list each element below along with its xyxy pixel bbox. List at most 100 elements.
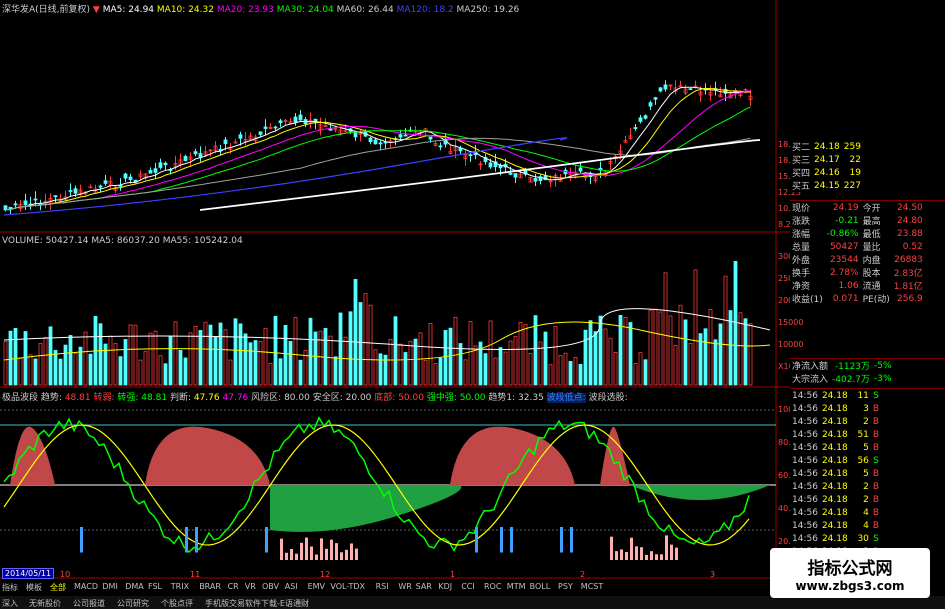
candle-body [98, 185, 103, 188]
status-link[interactable]: 公司研究 [117, 598, 149, 609]
volume-ma5-line [3, 321, 771, 361]
tick-volume: 4 [863, 507, 869, 518]
tick-volume: 30 [857, 533, 869, 544]
stat-label: 最低 [862, 230, 881, 240]
status-link[interactable]: 个股点评 [161, 598, 193, 609]
indicator-tab[interactable]: EMV [308, 582, 325, 591]
flow-pct: -5% [874, 360, 892, 371]
volume-bar [168, 335, 173, 386]
bottom-bar [350, 543, 353, 560]
indicator-tab[interactable]: WR [398, 582, 411, 591]
bottom-bar [345, 549, 348, 560]
candle-body [508, 172, 513, 175]
stat-label: 现价 [792, 204, 811, 214]
volume-bar [38, 343, 43, 386]
bottom-bar [645, 554, 648, 560]
ask-label: 买二 [792, 143, 811, 153]
candle-body [373, 139, 378, 145]
candle-body [148, 170, 153, 174]
indicator-tab[interactable]: 模板 [26, 582, 42, 593]
volume-bar [393, 316, 398, 386]
status-link[interactable]: 深入 [2, 598, 18, 609]
indicator-tab[interactable]: MACD [74, 582, 98, 591]
volume-bar [613, 351, 618, 386]
stat-value: 256.9 [897, 293, 923, 304]
volume-bar [58, 358, 63, 386]
tick-time: 14:56 [792, 455, 818, 466]
indicator-tab[interactable]: ROC [484, 582, 501, 591]
indicator-tab[interactable]: KDJ [438, 582, 452, 591]
indicator-tab[interactable]: TRIX [171, 582, 189, 591]
indicator-tab[interactable]: DMI [102, 582, 117, 591]
indicator-tab[interactable]: DMA [125, 582, 144, 591]
status-link[interactable]: 公司报道 [73, 598, 105, 609]
tick-volume: 2 [863, 494, 869, 505]
indicator-tab[interactable]: ASI [285, 582, 298, 591]
indicator-tab[interactable]: MTM [507, 582, 526, 591]
indicator-tab[interactable]: CR [228, 582, 239, 591]
indicator-tab[interactable]: SAR [416, 582, 432, 591]
flow-value: -1123万 [834, 362, 871, 372]
indicator-tab[interactable]: VR [245, 582, 256, 591]
stat-label: 股本 [862, 269, 881, 279]
tick-row: 14:56 24.18 4 B [790, 506, 881, 519]
volume-bar [368, 304, 373, 386]
volume-bar [648, 309, 653, 386]
candle-body [428, 136, 433, 140]
candle-body [123, 173, 128, 179]
bottom-bar [335, 543, 338, 560]
volume-bar [588, 320, 593, 386]
quote-stats-table: 现价 24.19 今开 24.50 涨跌 -0.21 最高 24.80 涨幅 -0.86% 最低 23… [790, 201, 925, 306]
indicator-tab[interactable]: VOL-TDX [330, 582, 365, 591]
candle-body [73, 188, 78, 194]
indicator-tab[interactable]: BOLL [530, 582, 551, 591]
bottom-bar [625, 551, 628, 560]
status-link[interactable]: 手机版交易软件下载-E语通财 [205, 598, 309, 609]
volume-bar [683, 319, 688, 386]
bull-zone [600, 426, 630, 485]
bottom-bar [340, 552, 343, 560]
volume-bar [568, 361, 573, 386]
bottom-bar [325, 548, 328, 560]
indicator-tab[interactable]: PSY [558, 582, 573, 591]
indicator-tab[interactable]: MCST [581, 582, 603, 591]
candle-body [153, 168, 158, 173]
tick-price: 24.18 [821, 416, 848, 427]
stock-chart[interactable] [0, 0, 790, 580]
volume-bar [543, 331, 548, 386]
ask-price: 24.15 [814, 180, 840, 191]
axis-tick-label: 15000 [778, 318, 804, 327]
ask-volume: 259 [843, 141, 861, 152]
ma60-line [5, 137, 751, 211]
indicator-tab[interactable]: 全部 [50, 582, 66, 593]
volume-bar [433, 363, 438, 386]
volume-bar [403, 352, 408, 386]
tick-row: 14:56 24.18 30 S [790, 532, 881, 545]
tick-side: B [872, 481, 880, 492]
stat-value: 24.50 [897, 202, 923, 213]
stat-label: 净资 [792, 282, 811, 292]
candle-body [263, 126, 268, 129]
stat-value: -0.86% [826, 228, 859, 239]
stat-label: 最高 [862, 217, 881, 227]
stat-value: 0.071 [832, 293, 859, 304]
stat-value: -0.21 [835, 215, 859, 226]
status-link[interactable]: 无新股价 [29, 598, 61, 609]
date-cursor-label: 2014/05/11 [2, 568, 55, 579]
stat-value: 2.83亿 [893, 269, 923, 279]
volume-bar [443, 330, 448, 386]
volume-bar [88, 353, 93, 386]
indicator-tab[interactable]: 指标 [2, 582, 18, 593]
volume-bar [128, 324, 133, 386]
volume-bar [653, 308, 658, 386]
stat-label: 换手 [792, 269, 811, 279]
indicator-tab[interactable]: RSI [376, 582, 389, 591]
indicator-tab[interactable]: FSL [148, 582, 162, 591]
indicator-tab[interactable]: BRAR [199, 582, 221, 591]
volume-bar [723, 275, 728, 386]
flow-row: 净流入额 -1123万 -5% [790, 359, 894, 373]
volume-bar [123, 339, 128, 386]
indicator-tab[interactable]: OBV [262, 582, 279, 591]
indicator-tab[interactable]: CCI [461, 582, 475, 591]
candle-body [688, 88, 693, 91]
